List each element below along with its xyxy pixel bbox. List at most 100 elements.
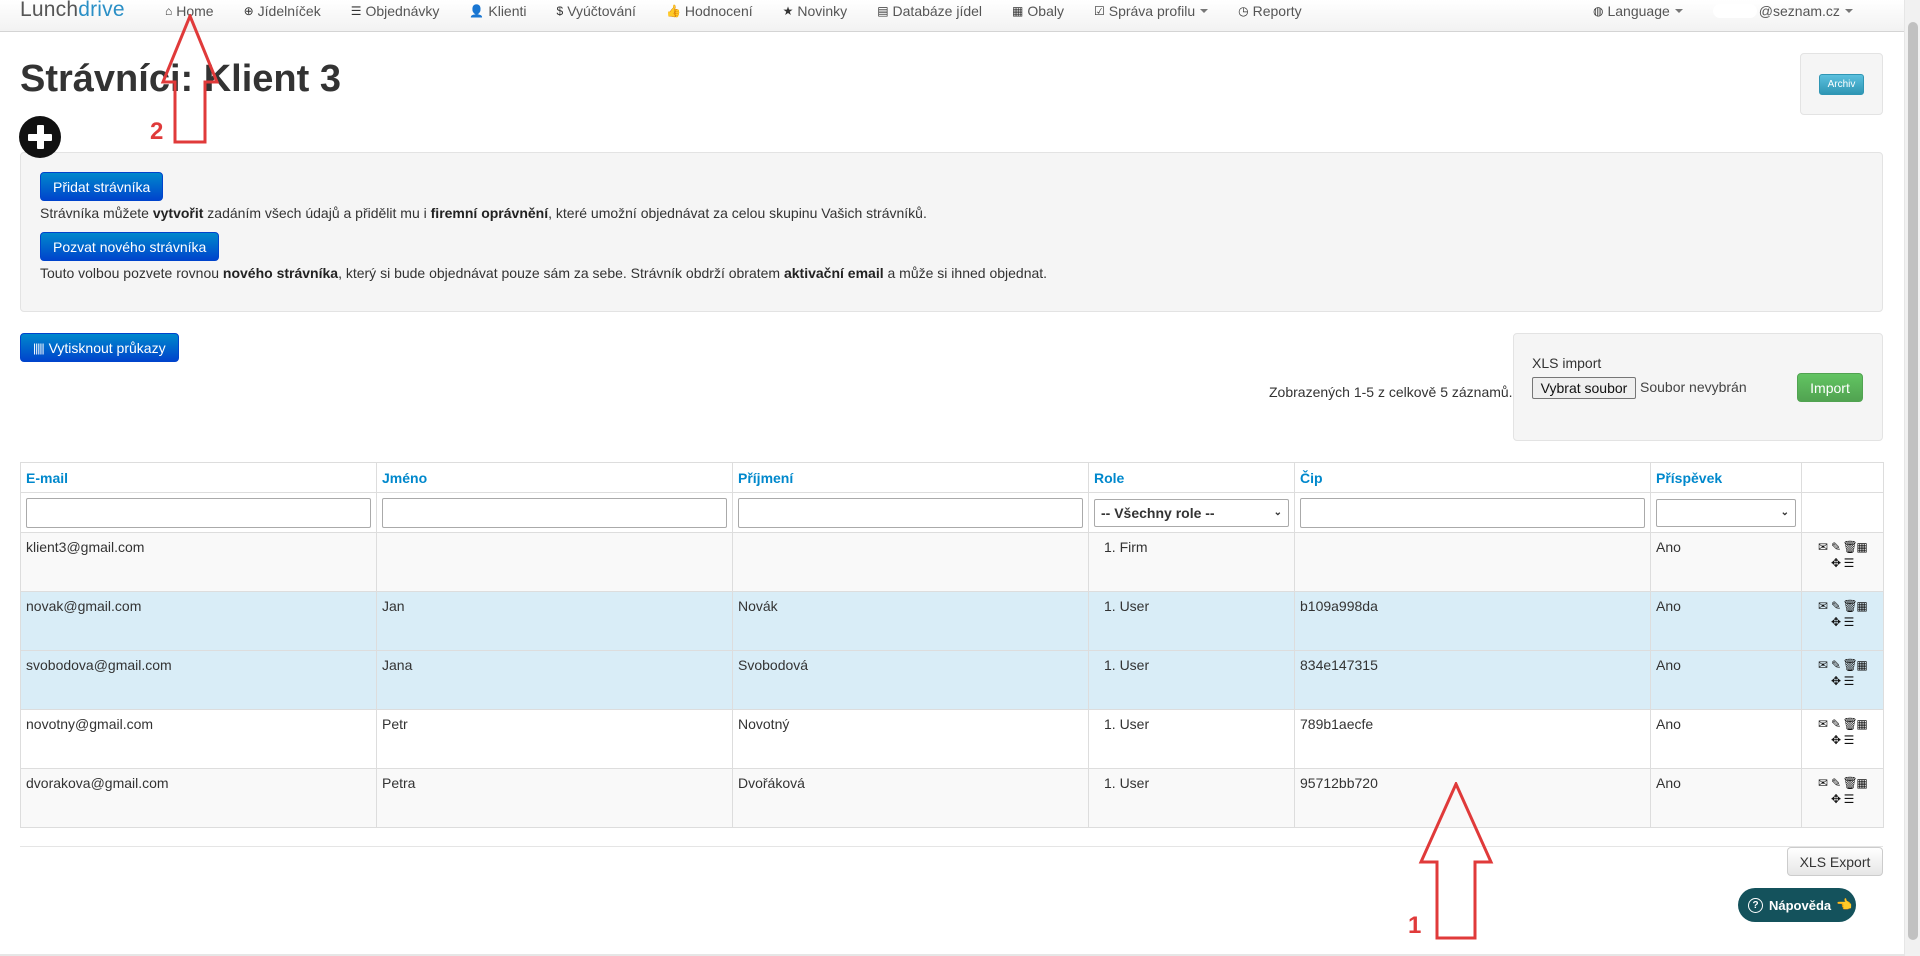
nav-item-novinky[interactable]: ★ Novinky <box>768 3 863 19</box>
nav-item-home[interactable]: ⌂ Home <box>150 3 229 19</box>
column-header-first-name[interactable]: Jméno <box>376 462 733 493</box>
nav-item-klienti[interactable]: 👤 Klienti <box>454 3 541 19</box>
nav-item-vyuctovani[interactable]: $ Vyúčtování <box>542 3 651 19</box>
trash-icon[interactable]: 🗑 <box>1843 539 1858 555</box>
email-icon[interactable]: ✉ <box>1817 539 1830 555</box>
chevron-down-icon: ⌄ <box>1273 507 1282 518</box>
chevron-down-icon: ⌄ <box>1780 507 1789 518</box>
edit-icon[interactable]: ✎ <box>1830 716 1843 732</box>
nav-item-jidelnicek[interactable]: ⊕ Jídelníček <box>229 3 336 19</box>
records-count: Zobrazených 1-5 z celkově 5 záznamů. <box>1269 384 1513 400</box>
email-icon[interactable]: ✉ <box>1817 598 1830 614</box>
nav-right: ◍ Language @seznam.cz <box>1578 0 1868 22</box>
xls-import-panel: XLS import Vybrat soubor Soubor nevybrán… <box>1513 333 1883 441</box>
email-icon[interactable]: ✉ <box>1817 657 1830 673</box>
vertical-scrollbar[interactable] <box>1904 0 1920 956</box>
annotation-number-2: 2 <box>150 118 164 145</box>
brand-logo[interactable]: Lunchdrive <box>20 0 125 22</box>
column-header-chip[interactable]: Čip <box>1294 462 1651 493</box>
user-icon: 👤 <box>469 4 485 18</box>
grid-icon: ▦ <box>1012 4 1024 18</box>
import-button[interactable]: Import <box>1797 373 1863 402</box>
help-button[interactable]: ? Nápověda 👈 <box>1738 888 1856 922</box>
list-icon[interactable]: ☰ <box>1843 732 1856 748</box>
list-icon: ☰ <box>350 4 362 18</box>
file-icon: ▤ <box>877 4 889 18</box>
list-icon[interactable]: ☰ <box>1843 614 1856 630</box>
table-row: novak@gmail.com Jan Novák 1. User b109a9… <box>20 591 1884 651</box>
table-icon[interactable]: ▦ <box>1856 716 1869 732</box>
column-header-contribution[interactable]: Příspěvek <box>1650 462 1802 493</box>
edit-icon[interactable]: ✎ <box>1830 775 1843 791</box>
check-square-icon: ☑ <box>1093 4 1105 18</box>
move-icon[interactable]: ✥ <box>1830 673 1843 689</box>
edit-icon[interactable]: ✎ <box>1830 539 1843 555</box>
move-icon[interactable]: ✥ <box>1830 555 1843 571</box>
trash-icon[interactable]: 🗑 <box>1843 657 1858 673</box>
row-actions: ✉ ✎🗑▦ ✥ ☰ <box>1807 539 1878 571</box>
row-actions: ✉ ✎🗑▦ ✥ ☰ <box>1807 775 1878 807</box>
choose-file-button[interactable]: Vybrat soubor <box>1532 377 1636 399</box>
table-row: dvorakova@gmail.com Petra Dvořáková 1. U… <box>20 768 1884 828</box>
move-icon[interactable]: ✥ <box>1830 732 1843 748</box>
caret-down-icon <box>1844 9 1853 13</box>
table-icon[interactable]: ▦ <box>1856 657 1869 673</box>
nav-item-hodnoceni[interactable]: 👍 Hodnocení <box>651 3 768 19</box>
user-menu-dropdown[interactable]: @seznam.cz <box>1698 3 1868 19</box>
table-header-row: E-mail Jméno Příjmení Role Čip Příspěvek <box>20 462 1884 493</box>
column-header-email[interactable]: E-mail <box>20 462 377 493</box>
filter-email-input[interactable] <box>26 497 371 528</box>
trash-icon[interactable]: 🗑 <box>1843 775 1858 791</box>
nav-item-obaly[interactable]: ▦ Obaly <box>997 3 1079 19</box>
scrollbar-thumb[interactable] <box>1908 22 1918 940</box>
trash-icon[interactable]: 🗑 <box>1843 598 1858 614</box>
email-icon[interactable]: ✉ <box>1817 716 1830 732</box>
invite-diner-button[interactable]: Pozvat nového strávníka <box>40 232 220 261</box>
email-icon[interactable]: ✉ <box>1817 775 1830 791</box>
thumbs-up-icon: 👍 <box>665 4 681 18</box>
filter-first-name-input[interactable] <box>382 497 727 528</box>
edit-icon[interactable]: ✎ <box>1830 598 1843 614</box>
edit-icon[interactable]: ✎ <box>1830 657 1843 673</box>
nav-item-databaze-jidel[interactable]: ▤ Databáze jídel <box>862 3 997 19</box>
star-icon: ★ <box>782 4 794 18</box>
table-row: svobodova@gmail.com Jana Svobodová 1. Us… <box>20 650 1884 710</box>
move-icon[interactable]: ✥ <box>1830 614 1843 630</box>
list-icon[interactable]: ☰ <box>1843 555 1856 571</box>
move-icon[interactable]: ✥ <box>1830 791 1843 807</box>
column-header-role[interactable]: Role <box>1088 462 1295 493</box>
filter-contribution-select[interactable]: ⌄ <box>1656 498 1796 527</box>
archiv-button[interactable]: Archiv <box>1819 74 1864 95</box>
barcode-icon: ||||| <box>33 340 45 355</box>
page-title: Strávníci: Klient 3 <box>20 58 341 100</box>
column-header-actions <box>1801 462 1884 493</box>
row-actions: ✉ ✎🗑▦ ✥ ☰ <box>1807 716 1878 748</box>
filter-last-name-input[interactable] <box>738 497 1083 528</box>
language-dropdown[interactable]: ◍ Language <box>1578 3 1698 19</box>
table-icon[interactable]: ▦ <box>1856 775 1869 791</box>
plus-circle-icon: ⊕ <box>243 4 254 18</box>
print-cards-button[interactable]: ||||| Vytisknout průkazy <box>20 333 179 362</box>
caret-down-icon <box>1674 9 1683 13</box>
table-filter-row: -- Všechny role -- ⌄ ⌄ <box>20 492 1884 533</box>
globe-icon: ◍ <box>1593 4 1604 18</box>
table-row: klient3@gmail.com 1. Firm Ano ✉ ✎🗑▦ ✥ ☰ <box>20 532 1884 592</box>
table-icon[interactable]: ▦ <box>1856 598 1869 614</box>
nav-item-sprava-profilu[interactable]: ☑ Správa profilu <box>1079 3 1223 19</box>
list-icon[interactable]: ☰ <box>1843 791 1856 807</box>
filter-chip-input[interactable] <box>1300 497 1645 528</box>
add-diner-button[interactable]: Přidat strávníka <box>40 172 164 201</box>
nav-item-objednavky[interactable]: ☰ Objednávky <box>336 3 455 19</box>
list-icon[interactable]: ☰ <box>1843 673 1856 689</box>
annotation-number-1: 1 <box>1408 912 1422 939</box>
column-header-last-name[interactable]: Příjmení <box>732 462 1089 493</box>
archiv-panel: Archiv <box>1800 53 1883 115</box>
nav-item-reporty[interactable]: ◷ Reporty <box>1223 3 1317 19</box>
question-icon: ? <box>1748 897 1763 913</box>
table-icon[interactable]: ▦ <box>1856 539 1869 555</box>
filter-role-select[interactable]: -- Všechny role -- ⌄ <box>1094 498 1289 527</box>
add-plus-icon[interactable] <box>19 116 61 158</box>
trash-icon[interactable]: 🗑 <box>1843 716 1858 732</box>
xls-export-button[interactable]: XLS Export <box>1787 847 1883 876</box>
top-navbar: Lunchdrive ⌂ Home ⊕ Jídelníček ☰ Objednávky… <box>0 0 1904 32</box>
